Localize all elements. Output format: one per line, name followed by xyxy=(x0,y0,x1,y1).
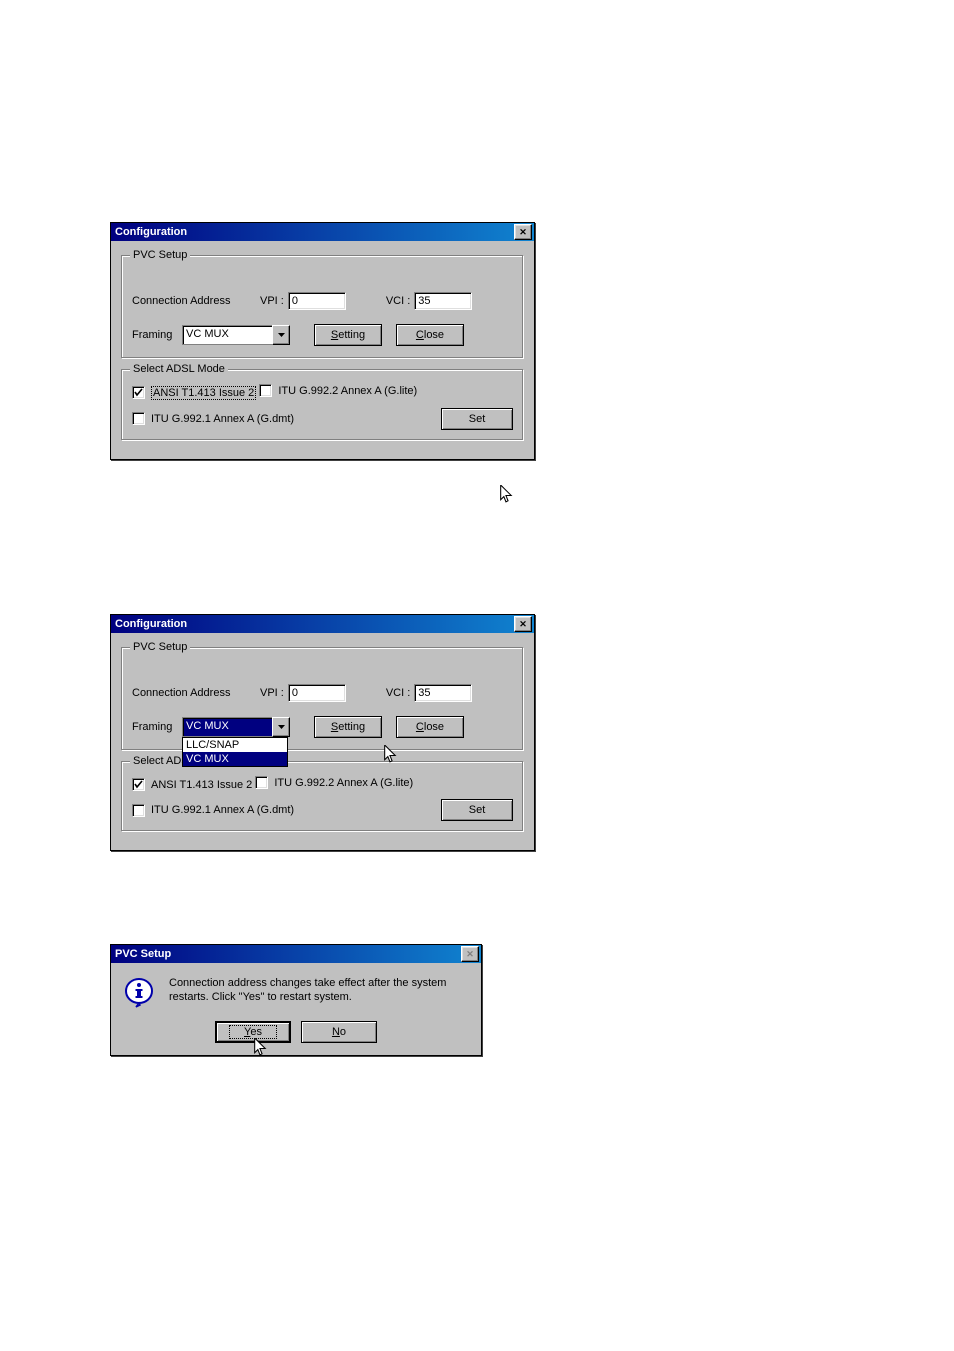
window-title: Configuration xyxy=(115,618,514,630)
adsl-legend: Select ADSL Mode xyxy=(130,363,228,375)
framing-value: VC MUX xyxy=(182,717,272,737)
framing-label: Framing xyxy=(132,329,182,341)
pvc-setup-msgbox: PVC Setup ✕ Connection address changes t… xyxy=(110,944,482,1056)
close-icon[interactable]: ✕ xyxy=(514,224,532,240)
setting-button[interactable]: Setting xyxy=(314,716,382,738)
vci-label: VCI : xyxy=(386,295,410,307)
pvc-setup-group: PVC Setup Connection Address VPI : VCI :… xyxy=(121,255,524,359)
adsl-opt-gdmt-label: ITU G.992.1 Annex A (G.dmt) xyxy=(151,804,294,816)
vci-label: VCI : xyxy=(386,687,410,699)
close-button[interactable]: Close xyxy=(396,716,464,738)
chevron-down-icon[interactable] xyxy=(272,325,290,345)
msgbox-text: Connection address changes take effect a… xyxy=(169,977,469,1009)
vpi-label: VPI : xyxy=(260,687,284,699)
pvc-legend: PVC Setup xyxy=(130,249,190,261)
adsl-mode-group: Select ADSL Mode ANSI T1.413 Issue 2 ITU… xyxy=(121,369,524,441)
close-button[interactable]: Close xyxy=(396,324,464,346)
adsl-opt-gdmt[interactable]: ITU G.992.1 Annex A (G.dmt) xyxy=(132,412,294,425)
pvc-legend: PVC Setup xyxy=(130,641,190,653)
vci-input[interactable] xyxy=(414,684,472,702)
connection-address-label: Connection Address xyxy=(132,687,260,699)
titlebar[interactable]: PVC Setup ✕ xyxy=(111,945,481,963)
titlebar[interactable]: Configuration ✕ xyxy=(111,223,534,241)
adsl-opt-ansi-label: ANSI T1.413 Issue 2 xyxy=(151,386,256,400)
configuration-dialog-1: Configuration ✕ PVC Setup Connection Add… xyxy=(110,222,535,460)
framing-option-vcmux[interactable]: VC MUX xyxy=(183,752,287,766)
framing-combo[interactable]: VC MUX xyxy=(182,325,290,345)
vpi-label: VPI : xyxy=(260,295,284,307)
window-title: Configuration xyxy=(115,226,514,238)
window-title: PVC Setup xyxy=(115,948,461,960)
adsl-opt-glite[interactable]: ITU G.992.2 Annex A (G.lite) xyxy=(255,776,413,789)
pvc-setup-group: PVC Setup Connection Address VPI : VCI :… xyxy=(121,647,524,751)
adsl-opt-glite-label: ITU G.992.2 Annex A (G.lite) xyxy=(274,777,413,789)
adsl-opt-glite-label: ITU G.992.2 Annex A (G.lite) xyxy=(278,385,417,397)
framing-combo[interactable]: VC MUX LLC/SNAP VC MUX xyxy=(182,717,290,737)
framing-label: Framing xyxy=(132,721,182,733)
framing-value: VC MUX xyxy=(182,325,272,345)
chevron-down-icon[interactable] xyxy=(272,717,290,737)
adsl-opt-gdmt[interactable]: ITU G.992.1 Annex A (G.dmt) xyxy=(132,804,294,817)
vpi-input[interactable] xyxy=(288,684,346,702)
adsl-opt-gdmt-label: ITU G.992.1 Annex A (G.dmt) xyxy=(151,413,294,425)
adsl-mode-group: Select ADSL Mode ANSI T1.413 Issue 2 ITU… xyxy=(121,761,524,832)
framing-dropdown[interactable]: LLC/SNAP VC MUX xyxy=(182,737,288,767)
framing-option-llcsnap[interactable]: LLC/SNAP xyxy=(183,738,287,752)
connection-address-label: Connection Address xyxy=(132,295,260,307)
configuration-dialog-2: Configuration ✕ PVC Setup Connection Add… xyxy=(110,614,535,851)
setting-button[interactable]: Setting xyxy=(314,324,382,346)
yes-button[interactable]: Yes xyxy=(215,1021,291,1043)
adsl-opt-glite[interactable]: ITU G.992.2 Annex A (G.lite) xyxy=(259,384,417,397)
vci-input[interactable] xyxy=(414,292,472,310)
info-icon xyxy=(123,977,155,1009)
close-icon[interactable]: ✕ xyxy=(461,946,479,962)
set-button[interactable]: Set xyxy=(441,408,513,430)
close-icon[interactable]: ✕ xyxy=(514,616,532,632)
no-button[interactable]: No xyxy=(301,1021,377,1043)
adsl-opt-ansi[interactable]: ANSI T1.413 Issue 2 xyxy=(132,778,252,791)
adsl-opt-ansi[interactable]: ANSI T1.413 Issue 2 xyxy=(132,386,256,400)
adsl-opt-ansi-label: ANSI T1.413 Issue 2 xyxy=(151,779,252,791)
vpi-input[interactable] xyxy=(288,292,346,310)
set-button[interactable]: Set xyxy=(441,799,513,821)
cursor-icon xyxy=(499,485,515,505)
titlebar[interactable]: Configuration ✕ xyxy=(111,615,534,633)
